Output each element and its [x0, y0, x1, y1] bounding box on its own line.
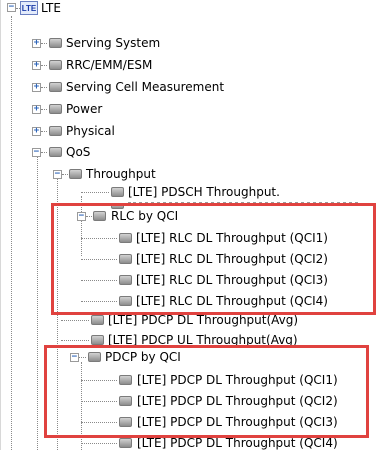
tree-connector	[41, 65, 47, 66]
tree-item-qos[interactable]: QoS	[66, 144, 90, 160]
folder-icon	[49, 60, 62, 70]
tree-connector	[61, 340, 89, 341]
folder-icon	[49, 147, 62, 157]
tree-item-serving-cell-measurement[interactable]: Serving Cell Measurement	[66, 79, 224, 95]
tree-connector	[41, 43, 47, 44]
tree-connector	[41, 131, 47, 132]
tree-item-lte[interactable]: LTE	[41, 0, 61, 16]
tree-view: − LTE LTE + Serving System + RRC/EMM/ESM…	[0, 0, 388, 450]
lte-icon: LTE	[20, 1, 38, 15]
folder-icon	[49, 104, 62, 114]
tree-connector	[81, 192, 109, 193]
expand-toggle[interactable]: +	[32, 105, 41, 114]
tree-connector	[61, 320, 89, 321]
highlight-box-pdcp	[44, 345, 369, 438]
folder-icon	[49, 38, 62, 48]
tree-connector	[41, 152, 47, 153]
tree-item-power[interactable]: Power	[66, 101, 102, 117]
folder-icon	[69, 169, 82, 179]
tree-guide-line	[11, 16, 12, 450]
tree-connector	[62, 174, 68, 175]
collapse-toggle[interactable]: −	[32, 148, 41, 157]
tree-connector	[41, 87, 47, 88]
collapse-toggle[interactable]: −	[7, 3, 16, 12]
metric-icon	[111, 187, 124, 197]
tree-item-serving-system[interactable]: Serving System	[66, 35, 160, 51]
folder-icon	[49, 82, 62, 92]
metric-icon	[91, 315, 104, 325]
tree-connector	[81, 443, 117, 444]
tree-item-throughput[interactable]: Throughput	[86, 166, 156, 182]
folder-icon	[49, 126, 62, 136]
tree-guide-line	[37, 152, 38, 450]
expand-toggle[interactable]: +	[32, 39, 41, 48]
tree-item-physical[interactable]: Physical	[66, 123, 115, 139]
tree-connector	[41, 109, 47, 110]
highlight-box-rlc	[51, 203, 376, 315]
expand-toggle[interactable]: +	[32, 127, 41, 136]
tree-item-rrc-emm-esm[interactable]: RRC/EMM/ESM	[66, 57, 152, 73]
expand-toggle[interactable]: +	[32, 61, 41, 70]
tree-item-pdsch-throughput[interactable]: [LTE] PDSCH Throughput.	[128, 184, 280, 200]
collapse-toggle[interactable]: −	[53, 170, 62, 179]
expand-toggle[interactable]: +	[32, 83, 41, 92]
metric-icon	[119, 438, 132, 448]
metric-icon	[91, 335, 104, 345]
